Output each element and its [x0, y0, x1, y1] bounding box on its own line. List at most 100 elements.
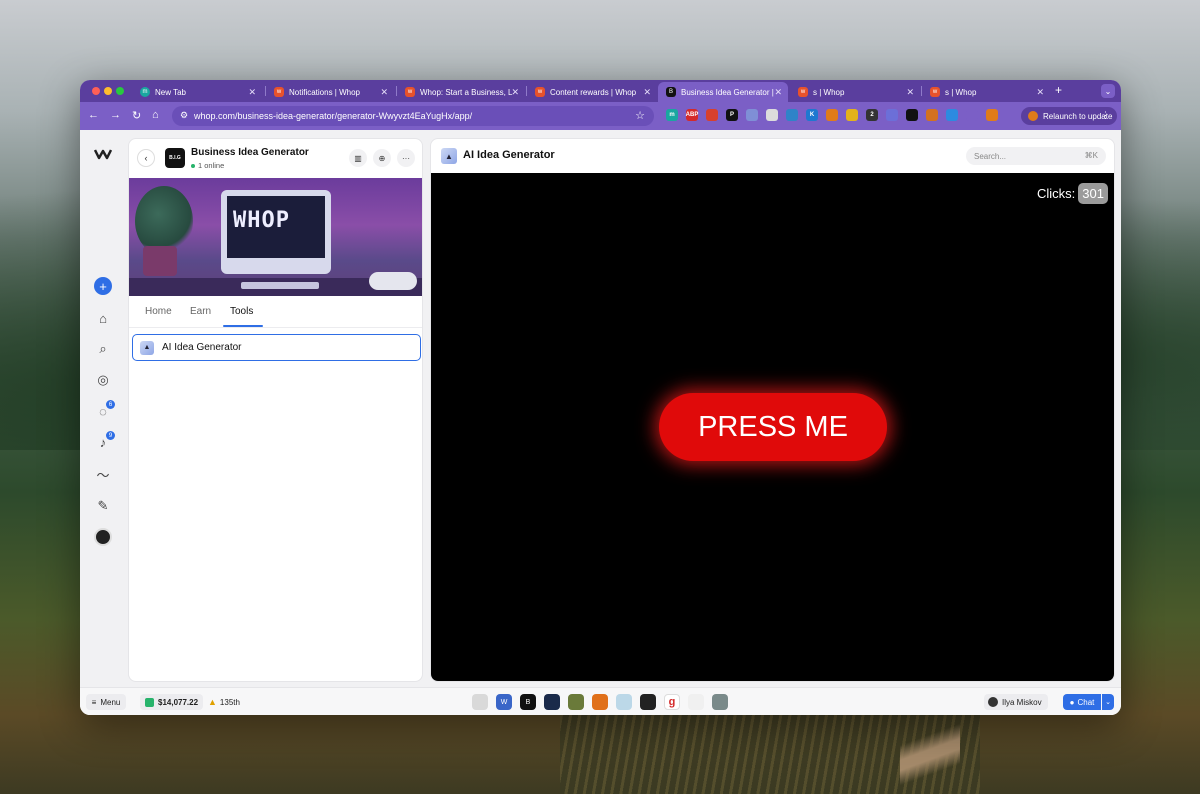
business-title: Business Idea Generator [191, 147, 309, 158]
tab-earn[interactable]: Earn [190, 306, 211, 317]
close-tab-icon[interactable]: ✕ [248, 87, 256, 98]
dock-app-g[interactable]: g [664, 694, 680, 710]
chat-label: Chat [1077, 697, 1095, 707]
invite-user-icon[interactable]: ⊕ [373, 149, 391, 167]
fox-extension-icon[interactable] [926, 109, 938, 121]
maximize-window-button[interactable] [116, 87, 124, 95]
back-chevron-icon[interactable]: ‹ [137, 149, 155, 167]
dock-app-fire[interactable] [592, 694, 608, 710]
tab-tools[interactable]: Tools [230, 306, 253, 317]
panel-tabs: Home Earn Tools [129, 296, 422, 328]
balance-badge[interactable]: $14,077.22 [140, 694, 204, 710]
whop-app: + ⌂ ⌕ ◎ ◌ 6 ♪ 9 〜 ✎ ‹ B.I.G Business Ide… [80, 130, 1121, 687]
browser-tab-content-rewards[interactable]: w Content rewards | Whop ✕ [527, 82, 657, 102]
chart-extension-icon[interactable] [886, 109, 898, 121]
browser-tab-new-tab[interactable]: m New Tab ✕ [132, 82, 262, 102]
back-arrow-icon[interactable]: ← [88, 109, 99, 121]
home-icon[interactable]: ⌂ [93, 308, 113, 328]
online-status: 1 online [191, 161, 224, 170]
dock-app-text[interactable] [688, 694, 704, 710]
main-content: ▲ AI Idea Generator Search... ⌘K Clicks:… [430, 138, 1115, 682]
lock-extension-icon[interactable] [906, 109, 918, 121]
user-avatar[interactable] [93, 527, 113, 547]
browser-tab-whop-start[interactable]: w Whop: Start a Business, L ✕ [397, 82, 525, 102]
url-input[interactable]: ⚙ whop.com/business-idea-generator/gener… [172, 106, 654, 126]
money-icon [145, 697, 154, 707]
browser-tab-notifications[interactable]: w Notifications | Whop ✕ [266, 82, 394, 102]
browser-tab-s-whop-1[interactable]: w s | Whop ✕ [790, 82, 920, 102]
reload-icon[interactable]: ↻ [132, 109, 141, 122]
more-horizontal-icon[interactable]: ··· [397, 149, 415, 167]
profile-extension-icon[interactable] [986, 109, 998, 121]
more-vertical-icon[interactable]: ⋮ [1101, 110, 1110, 121]
site-settings-icon[interactable]: ⚙ [180, 110, 188, 121]
k-extension-icon[interactable]: K [806, 109, 818, 121]
compass-icon[interactable]: ◎ [93, 370, 113, 390]
dock-app-1[interactable] [472, 694, 488, 710]
add-icon[interactable]: + [93, 276, 113, 296]
dock-app-photo[interactable] [712, 694, 728, 710]
minimize-window-button[interactable] [104, 87, 112, 95]
badge-extension-icon[interactable]: 2 [866, 109, 878, 121]
menu-button[interactable]: ≡ Menu [86, 694, 126, 710]
ticket-icon[interactable]: ✎ [93, 496, 113, 516]
forward-arrow-icon[interactable]: → [110, 109, 121, 121]
dock-app-game[interactable] [568, 694, 584, 710]
red-extension-icon[interactable] [706, 109, 718, 121]
close-tab-icon[interactable]: ✕ [1036, 87, 1044, 98]
tab-home[interactable]: Home [145, 306, 172, 317]
dock-app-light[interactable] [616, 694, 632, 710]
browser-tab-s-whop-2[interactable]: w s | Whop ✕ [922, 82, 1050, 102]
chat-bubble-icon: ● [1069, 697, 1075, 707]
press-me-button[interactable]: PRESS ME [659, 393, 887, 461]
drive-extension-icon[interactable] [946, 109, 958, 121]
close-tab-icon[interactable]: ✕ [511, 87, 519, 98]
search-input[interactable]: Search... ⌘K [966, 147, 1106, 165]
messages-badge: 6 [106, 400, 115, 409]
close-tab-icon[interactable]: ✕ [380, 87, 388, 98]
shield-extension-icon[interactable] [846, 109, 858, 121]
relaunch-to-update-button[interactable]: Relaunch to update ⋮ [1021, 107, 1117, 125]
close-tab-icon[interactable]: ✕ [774, 87, 782, 98]
dock-app-big[interactable]: B [520, 694, 536, 710]
user-profile-button[interactable]: Ilya Miskov [984, 694, 1048, 710]
m-extension-icon[interactable]: m [666, 109, 678, 121]
bookmark-star-icon[interactable]: ☆ [635, 109, 645, 122]
ai-generator-icon: ▲ [140, 340, 154, 355]
menu-label: Menu [100, 697, 121, 707]
dock-app-dark[interactable] [640, 694, 656, 710]
close-tab-icon[interactable]: ✕ [906, 87, 914, 98]
ai-generator-icon: ▲ [441, 148, 457, 164]
orange-extension-icon[interactable] [826, 109, 838, 121]
globe-extension-icon[interactable] [786, 109, 798, 121]
tool-item-ai-idea-generator[interactable]: ▲ AI Idea Generator [132, 334, 421, 361]
p-extension-icon[interactable]: P [726, 109, 738, 121]
rank-badge[interactable]: ▲ 135th [204, 694, 244, 710]
abp-extension-icon[interactable]: ABP [686, 109, 698, 121]
close-window-button[interactable] [92, 87, 100, 95]
whop-favicon-icon: w [274, 87, 284, 97]
puzzle-blue-extension-icon[interactable] [746, 109, 758, 121]
chat-dropdown-chevron-icon[interactable]: ⌄ [1102, 694, 1114, 710]
whop-favicon-icon: w [535, 87, 545, 97]
profile-avatar-icon [1028, 111, 1038, 121]
active-tab-indicator [223, 325, 263, 327]
browser-tab-business-idea-generator[interactable]: B Business Idea Generator | ✕ [658, 82, 788, 102]
doc-extension-icon[interactable] [766, 109, 778, 121]
close-tab-icon[interactable]: ✕ [643, 87, 651, 98]
home-icon[interactable]: ⌂ [152, 109, 159, 121]
business-logo: B.I.G [165, 148, 185, 168]
tab-search-chevron-icon[interactable]: ⌄ [1101, 84, 1115, 98]
whop-logo-icon[interactable] [93, 144, 113, 164]
chat-button[interactable]: ● Chat [1063, 694, 1101, 710]
tab-title: Business Idea Generator | [681, 87, 774, 97]
puzzle-extension-icon[interactable] [966, 109, 978, 121]
leaderboard-icon[interactable]: ▥ [349, 149, 367, 167]
business-panel: ‹ B.I.G Business Idea Generator 1 online… [128, 138, 423, 682]
bottom-bar: ≡ Menu $14,077.22 ▲ 135th WBg Ilya Misko… [80, 687, 1121, 715]
dock-app-whop[interactable]: W [496, 694, 512, 710]
search-icon[interactable]: ⌕ [93, 339, 113, 359]
new-tab-plus-icon[interactable]: + [1055, 83, 1062, 97]
stats-icon[interactable]: 〜 [93, 464, 113, 484]
dock-app-globe[interactable] [544, 694, 560, 710]
